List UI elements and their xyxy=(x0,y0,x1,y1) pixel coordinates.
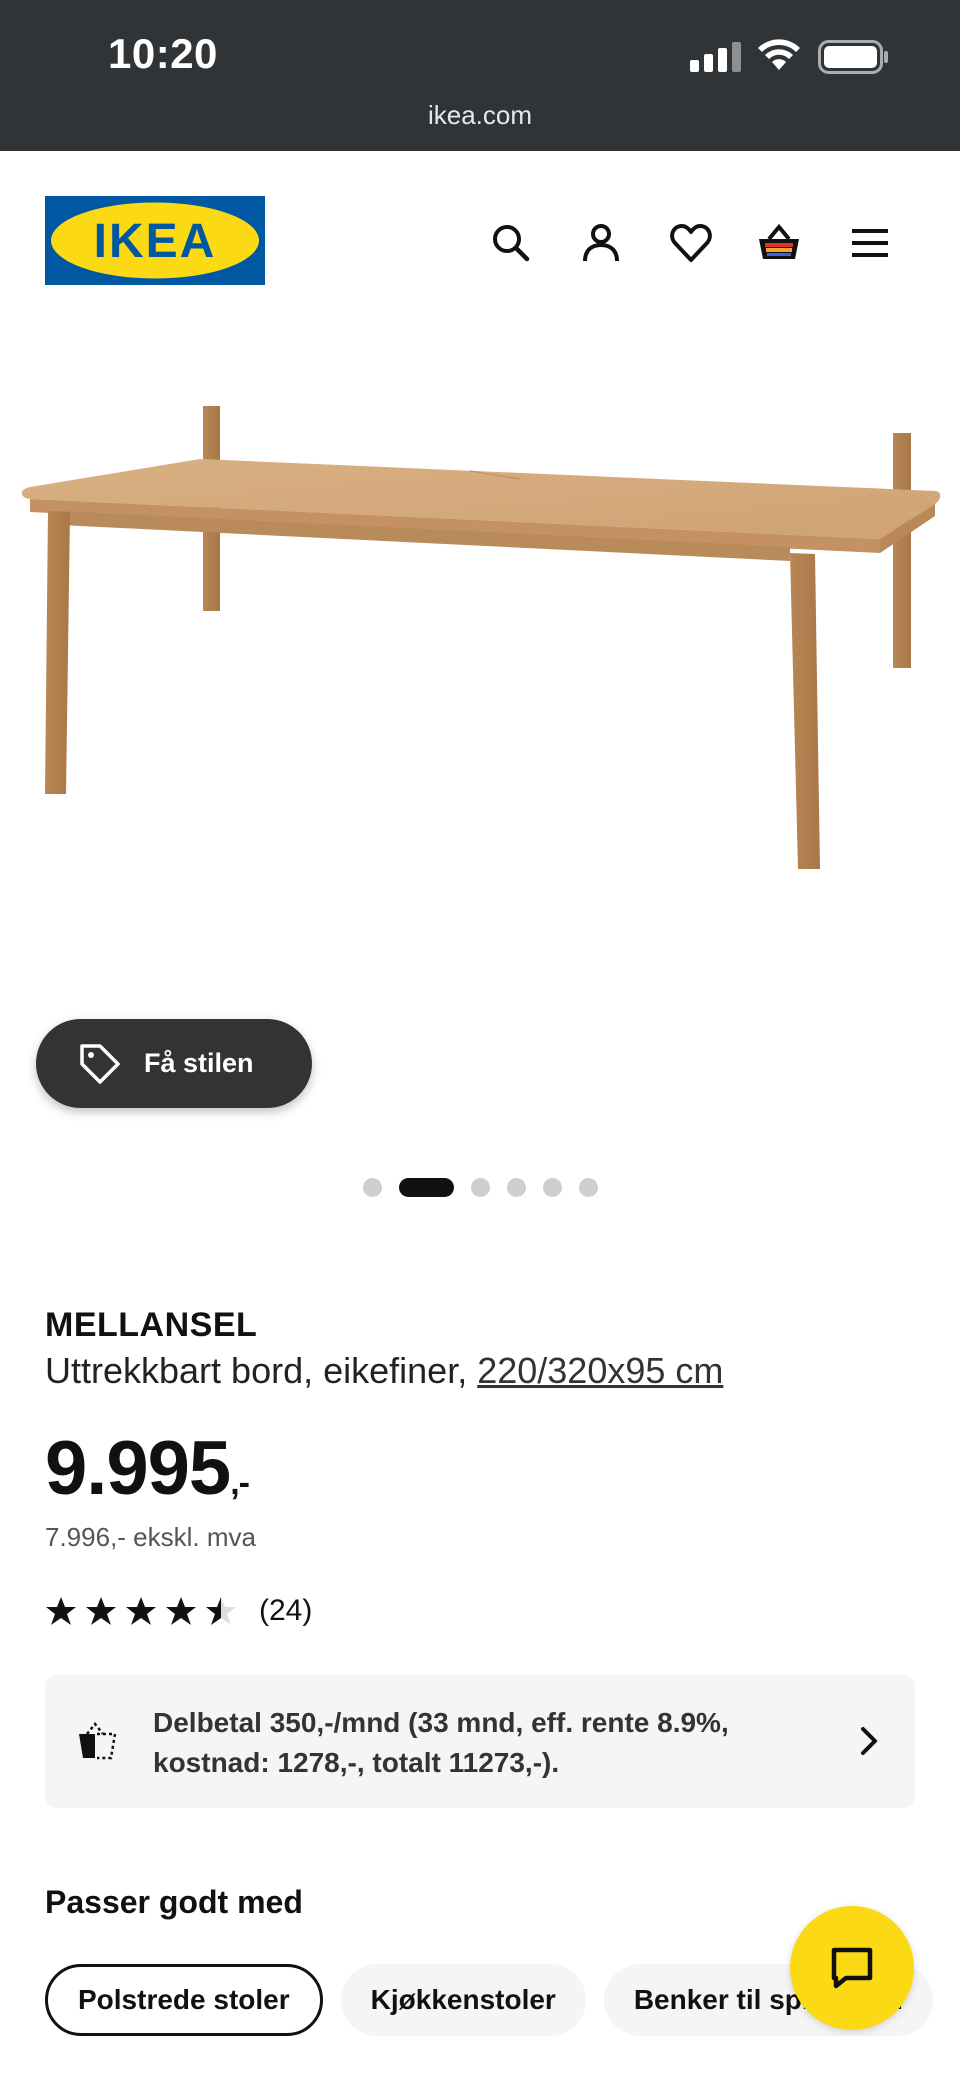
price-amount: 9.995 xyxy=(45,1426,231,1511)
installment-banner[interactable]: Delbetal 350,-/mnd (33 mnd, eff. rente 8… xyxy=(45,1675,915,1808)
star-icon xyxy=(126,1597,156,1625)
price-suffix: ,- xyxy=(230,1464,250,1502)
product-description: Uttrekkbart bord, eikefiner, 220/320x95 … xyxy=(45,1350,723,1392)
star-icon xyxy=(46,1597,76,1625)
signal-icon xyxy=(690,42,741,72)
heart-icon[interactable] xyxy=(667,219,715,267)
gallery-dot[interactable] xyxy=(542,1178,562,1197)
half-star-icon xyxy=(206,1597,236,1625)
gallery-pagination xyxy=(0,1178,960,1197)
tag-icon xyxy=(80,1043,120,1084)
product-description-text: Uttrekkbart bord, eikefiner, xyxy=(45,1350,468,1391)
product-size-link[interactable]: 220/320x95 cm xyxy=(477,1350,723,1391)
chip-upholstered-chairs[interactable]: Polstrede stoler xyxy=(45,1964,323,2036)
chat-button[interactable] xyxy=(790,1906,914,2030)
status-time: 10:20 xyxy=(108,30,218,77)
star-icon xyxy=(166,1597,196,1625)
chevron-right-icon xyxy=(861,1727,877,1755)
chip-kitchen-chairs[interactable]: Kjøkkenstoler xyxy=(340,1964,586,2036)
account-icon[interactable] xyxy=(577,219,625,267)
product-image[interactable] xyxy=(0,321,960,1011)
rating-stars xyxy=(45,1595,237,1627)
gallery-dot[interactable] xyxy=(578,1178,598,1197)
wifi-icon xyxy=(758,39,800,70)
url-bar[interactable]: ikea.com xyxy=(0,100,960,131)
product-rating[interactable]: (24) xyxy=(45,1594,312,1628)
site-header: IKEA xyxy=(0,151,960,321)
installment-text: Delbetal 350,-/mnd (33 mnd, eff. rente 8… xyxy=(153,1707,729,1778)
gallery-dot[interactable] xyxy=(362,1178,382,1197)
installment-icon xyxy=(79,1721,117,1760)
cart-icon[interactable] xyxy=(755,219,803,267)
get-the-style-button[interactable]: Få stilen xyxy=(36,1019,312,1108)
rating-count: (24) xyxy=(259,1594,313,1627)
battery-icon xyxy=(818,40,888,74)
search-icon[interactable] xyxy=(487,219,535,267)
status-bar: 10:20 ikea.com xyxy=(0,0,960,151)
get-the-style-label: Få stilen xyxy=(144,1048,254,1078)
gallery-dot[interactable] xyxy=(470,1178,490,1197)
price-ex-vat: 7.996,- ekskl. mva xyxy=(45,1522,256,1552)
menu-icon[interactable] xyxy=(846,219,894,267)
table-illustration xyxy=(21,406,941,869)
product-price: 9.995,- xyxy=(45,1425,250,1512)
star-icon xyxy=(86,1597,116,1625)
gallery-dot-active[interactable] xyxy=(398,1178,454,1197)
chat-icon xyxy=(831,1947,873,1989)
product-name: MELLANSEL xyxy=(45,1306,258,1344)
gallery-dot[interactable] xyxy=(506,1178,526,1197)
svg-text:IKEA: IKEA xyxy=(94,215,217,268)
fits-with-title: Passer godt med xyxy=(45,1884,303,1920)
ikea-logo[interactable]: IKEA xyxy=(45,196,265,285)
